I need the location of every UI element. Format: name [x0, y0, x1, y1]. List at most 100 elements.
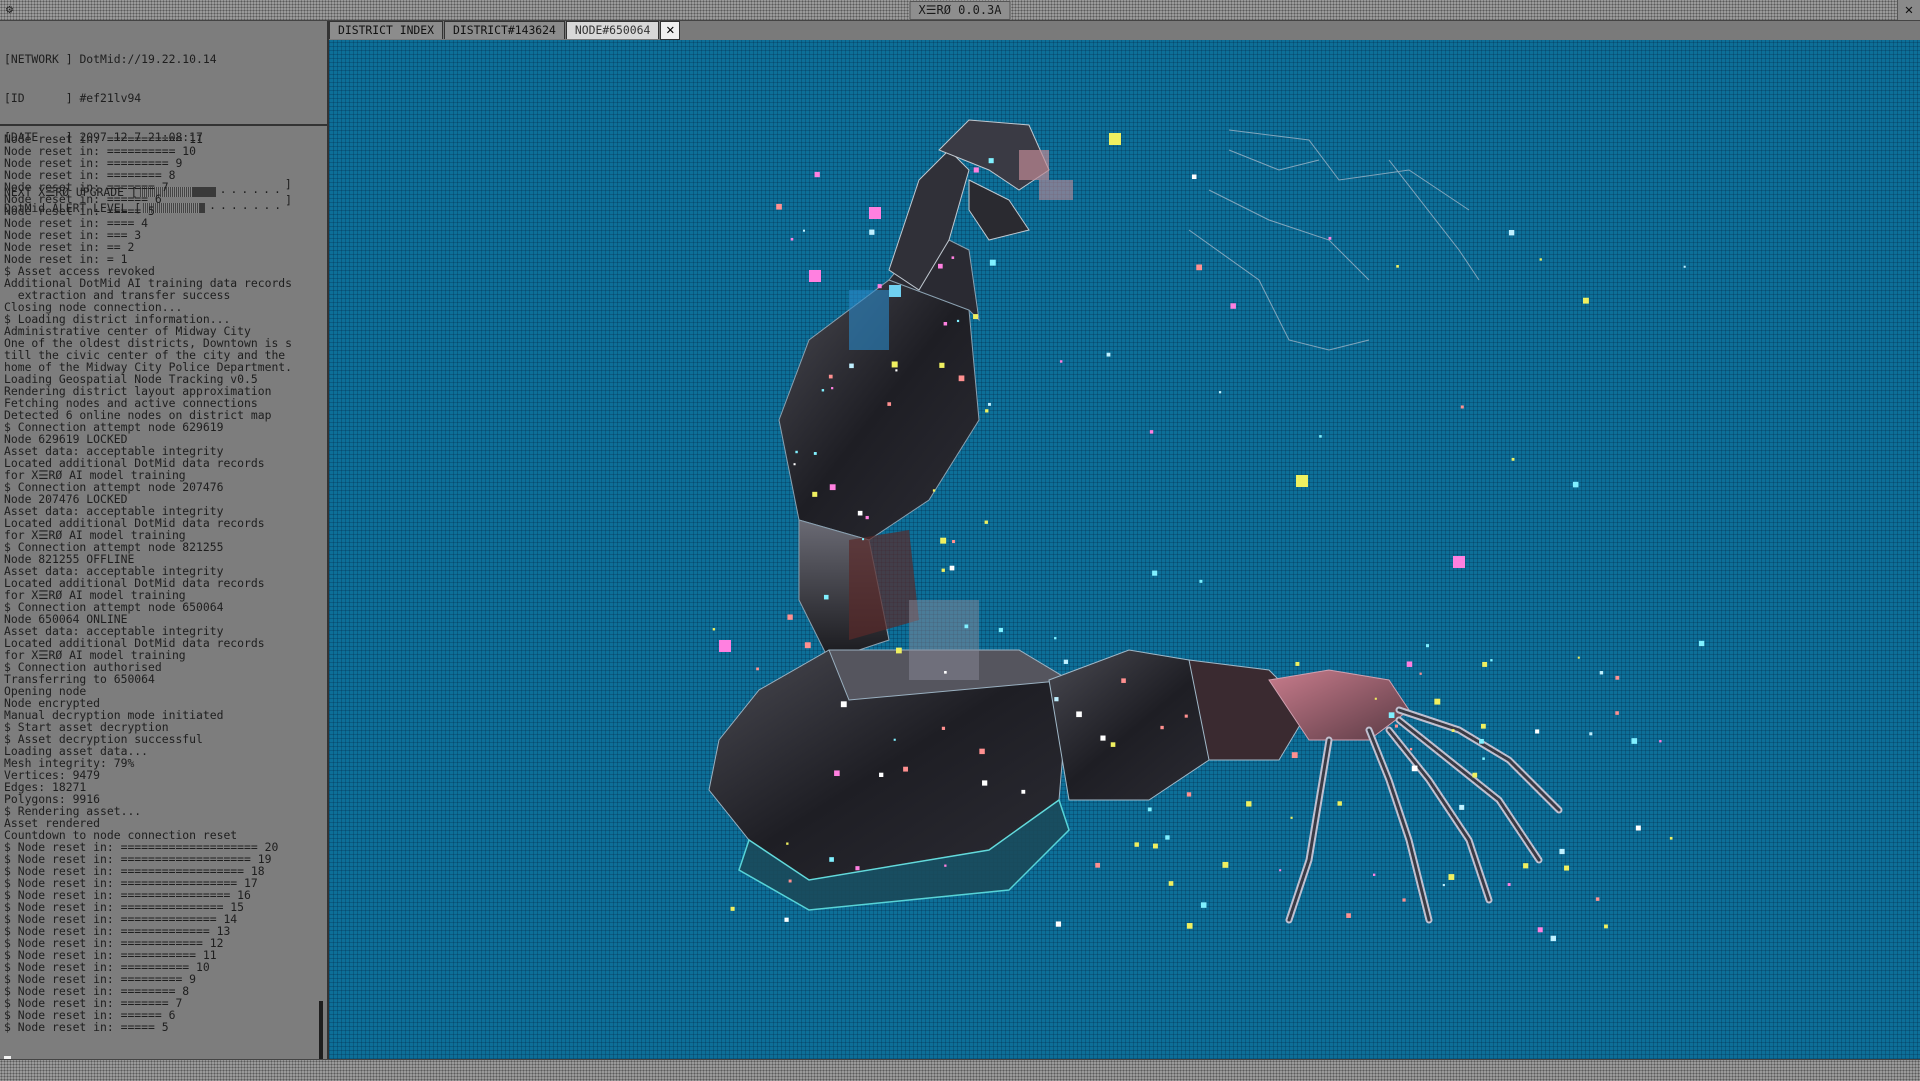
glitch-pixel — [1054, 636, 1057, 640]
network-row: [NETWORK ] DotMid://19.22.10.14 — [4, 53, 327, 66]
glitch-pixel — [1550, 935, 1557, 942]
close-icon[interactable]: ✕ — [1897, 0, 1920, 20]
glitch-pixel — [829, 857, 834, 862]
glitch-pixel — [1152, 570, 1158, 576]
log-line: $ Node reset in: ===== 5 — [4, 1020, 169, 1034]
glitch-pixel — [1406, 661, 1413, 667]
glitch-pixel — [1577, 656, 1580, 659]
glitch-pixel — [1507, 883, 1511, 886]
glitch-pixel — [1191, 174, 1197, 180]
glitch-pixel — [943, 321, 948, 326]
base-block — [708, 600, 1071, 911]
glitch-pixel — [840, 701, 847, 708]
window-title: X☰RØ 0.0.3A — [909, 1, 1011, 20]
gear-icon[interactable]: ⚙ — [2, 2, 17, 17]
glitch-pixel — [982, 780, 988, 786]
robotic-arm-render — [708, 119, 1705, 942]
glitch-pixel — [1328, 236, 1332, 240]
glitch-pixel — [1165, 835, 1170, 840]
glitch-pixel — [1396, 265, 1399, 268]
glitch-pixel — [1021, 789, 1026, 794]
glitch-pixel — [988, 402, 991, 406]
glitch-pixel — [1218, 391, 1222, 394]
hand — [1268, 669, 1563, 924]
glitch-pixel — [877, 284, 882, 289]
glitch-pixel — [1199, 579, 1203, 583]
glitch-pixel — [989, 259, 996, 266]
glitch-pixel — [1537, 927, 1543, 933]
glitch-pixel — [1184, 714, 1188, 718]
glitch-pixel — [1372, 873, 1376, 876]
glitch-pixel — [944, 671, 947, 674]
glitch-pixel — [795, 450, 798, 454]
id-row: [ID ] #ef21lv94 — [4, 92, 327, 105]
glitch-pixel — [984, 520, 988, 524]
glitch-pixel — [891, 361, 898, 368]
glitch-pixel — [1186, 923, 1193, 929]
glitch-pixel — [940, 537, 947, 544]
tab-district-143624[interactable]: DISTRICT#143624 — [444, 21, 565, 39]
glitch-pixel — [1635, 825, 1641, 831]
glitch-pixel — [1631, 738, 1638, 744]
glitch-pixel — [1459, 804, 1465, 810]
glitch-pixel — [787, 614, 793, 620]
glitch-pixel — [1290, 816, 1293, 819]
glitch-pixel — [776, 203, 782, 210]
glitch-pixel — [1337, 801, 1342, 806]
upper-arm — [778, 229, 980, 661]
forearm — [1048, 649, 1310, 801]
glitch-pixel — [1460, 405, 1464, 409]
glitch-pixel — [1059, 360, 1063, 363]
glitch-pixel — [939, 362, 945, 368]
glitch-pixel — [1589, 732, 1593, 736]
tab-district-index[interactable]: DISTRICT INDEX — [329, 21, 444, 39]
glitch-pixel — [1434, 698, 1441, 705]
glitch-pixel — [730, 906, 735, 911]
glitch-pixel — [857, 510, 863, 516]
glitch-pixel — [887, 402, 892, 406]
glitch-pixel — [1055, 921, 1062, 927]
close-icon[interactable]: ✕ — [660, 21, 681, 40]
glitch-pixel — [1149, 430, 1154, 434]
glitch-pixel — [814, 171, 820, 178]
glitch-pixel — [809, 270, 821, 282]
glitch-pixel — [1246, 801, 1252, 807]
glitch-pixel — [1604, 924, 1608, 929]
glitch-pixel — [813, 452, 817, 455]
glitch-pixel — [1279, 869, 1282, 872]
glitch-pixel — [964, 624, 969, 629]
asset-viewport[interactable] — [329, 40, 1920, 1059]
glitch-pixel — [1394, 724, 1398, 728]
tab-bar: DISTRICT INDEX DISTRICT#143624 NODE#6500… — [329, 21, 681, 40]
glitch-pixel — [1683, 265, 1686, 268]
glitch-pixel — [903, 766, 908, 772]
glitch-pixel — [1346, 913, 1351, 918]
glitch-pixel — [1572, 481, 1579, 488]
glitch-pixel — [834, 770, 840, 777]
tab-node-650064[interactable]: NODE#650064 — [565, 21, 660, 39]
glitch-pixel — [1296, 475, 1308, 487]
glitch-pixel — [869, 229, 875, 235]
glitch-pixel — [1508, 230, 1515, 236]
claw — [888, 119, 1073, 291]
glitch-pixel — [1110, 742, 1116, 747]
glitch-pixel — [849, 363, 854, 369]
glitch-pixel — [1425, 644, 1430, 648]
glitch-pixel — [790, 237, 794, 241]
glitch-pixel — [1698, 640, 1705, 647]
glitch-pixel — [1106, 352, 1111, 357]
glitch-pixel — [1564, 865, 1570, 871]
glitch-pixel — [862, 538, 865, 541]
id-value: #ef21lv94 — [79, 91, 142, 105]
glitch-pixel — [956, 319, 960, 323]
terminal-log[interactable]: Node reset in: =========== 11 Node reset … — [4, 133, 322, 1051]
glitch-pixel — [985, 409, 989, 413]
network-value: DotMid://19.22.10.14 — [79, 52, 217, 66]
glitch-pixel — [1230, 303, 1236, 309]
glitch-pixel — [1490, 659, 1493, 662]
glitch-pixel — [1402, 898, 1406, 902]
glitch-pixel — [973, 314, 979, 320]
glitch-pixel — [823, 594, 829, 600]
glitch-pixel — [1582, 297, 1589, 304]
glitch-pixel — [1160, 725, 1164, 730]
